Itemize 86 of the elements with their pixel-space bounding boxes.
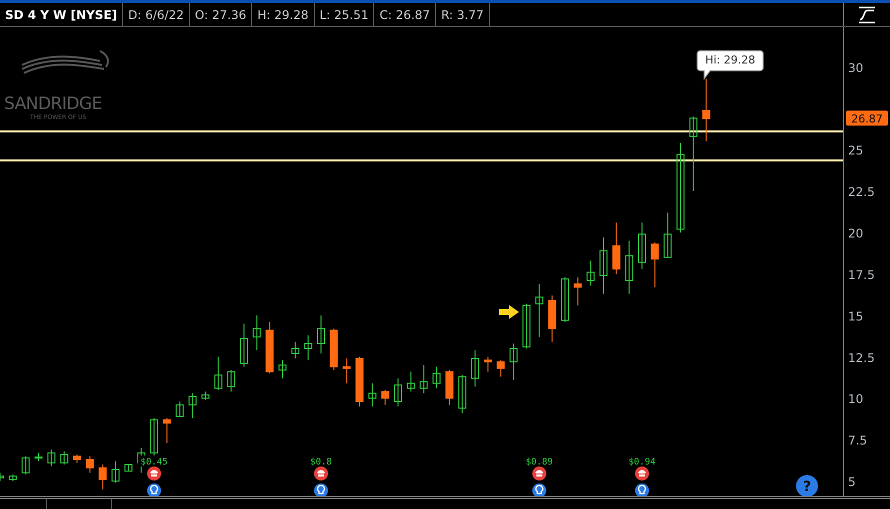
symbol-label[interactable]: SD 4 Y W [NYSE] [0,3,124,26]
axis-label: 17.5 [848,268,875,282]
candlestick [8,474,17,482]
candlestick [86,456,94,474]
help-button[interactable]: ? [796,475,818,496]
candlestick [278,360,286,379]
candlestick [381,389,390,406]
axis-label: 7.5 [848,434,868,448]
candlestick [252,314,261,351]
quote-field: O: 27.36 [190,3,252,26]
candlestick [34,452,43,462]
candlestick [586,260,595,286]
candlestick [356,356,364,407]
phone-icon[interactable] [314,466,328,480]
axis-label: 12.5 [848,350,875,365]
candlestick [625,240,634,294]
axis-label: 20 [848,226,864,240]
dividend-label: $0.8 [310,458,332,468]
phone-icon[interactable] [147,466,162,480]
quote-field: H: 29.28 [252,3,315,26]
axis-label: 22.5 [848,185,875,200]
candlestick [560,276,569,322]
price-tag: 26.87 [846,110,888,126]
candlestick [227,370,236,392]
candlestick [73,454,82,464]
phone-icon[interactable] [532,466,546,480]
candlestick [47,449,56,467]
arrow-icon [499,305,519,319]
candlestick [612,222,620,274]
quote-field: D: 6/6/22 [123,3,190,26]
phone-icon[interactable] [635,466,649,480]
candlestick [60,450,68,465]
candlestick [420,364,428,394]
axis-label: 15 [848,309,864,324]
scale-icon[interactable] [858,6,876,24]
candlestick [162,418,171,444]
candlestick [394,378,402,407]
candlestick [368,382,376,407]
candlestick [176,401,184,417]
candlestick [664,212,672,258]
candlestick [304,334,312,361]
axis-label: 25 [848,144,864,158]
candlestick [548,294,556,342]
quote-field: R: 3.77 [436,3,490,26]
dividend-label: $0.89 [526,458,553,468]
candlestick [510,343,518,380]
candlestick [98,464,107,490]
candlestick [342,358,351,384]
candlestick [638,222,646,270]
quote-field: C: 26.87 [374,3,436,26]
candlestick [574,276,582,306]
lightbulb-icon[interactable] [314,484,328,496]
candlestick [484,356,492,372]
candlestick [22,456,30,475]
candlestick [291,341,300,359]
candlestick [599,236,608,294]
axis-label: 10 [848,392,864,406]
dividend-label: $0.45 [140,458,168,468]
candlestick [406,371,415,392]
candlestick [124,464,132,472]
candlestick [240,323,248,368]
candlestick [330,328,338,371]
candlestick [522,303,530,349]
axis-label: 5 [848,475,856,490]
high-tooltip: Hi: 29.28 [696,50,764,80]
axis-label: 30 [848,60,864,75]
quote-field: L: 25.51 [314,3,374,26]
candlestick [432,366,441,389]
candlestick [317,314,325,354]
lightbulb-icon[interactable] [532,484,546,496]
candlestick [650,242,659,288]
lightbulb-icon[interactable] [147,484,162,496]
lightbulb-icon[interactable] [635,484,649,496]
candlestick [188,392,197,419]
candlestick [458,374,466,414]
candlestick [266,322,274,374]
candlestick [702,78,710,142]
candlestick [445,370,454,406]
candlestick [201,391,210,400]
candlestick [112,460,120,484]
dividend-label: $0.94 [628,458,656,468]
candlestick [0,472,4,482]
candlestick [535,283,544,338]
candlestick [471,350,480,388]
candlestick [214,356,222,390]
candlestick [496,360,505,378]
